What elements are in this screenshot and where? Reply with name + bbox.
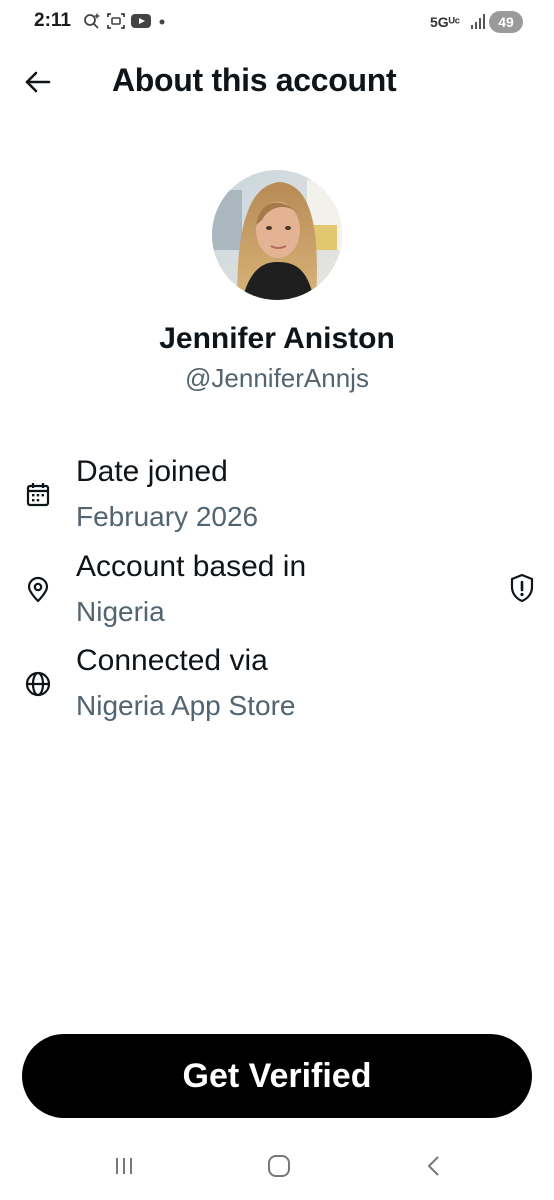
account-based-in-label: Account based in [76,550,307,583]
battery-level: 49 [489,11,523,33]
status-icons [82,11,168,31]
signal-icon [470,12,486,35]
home-icon [266,1154,292,1183]
youtube-icon [130,11,152,31]
assistant-icon [82,11,102,31]
connected-via-label: Connected via [76,644,268,677]
page-title: About this account [112,62,397,98]
system-back-button[interactable] [410,1152,458,1184]
back-arrow-icon [24,70,52,99]
back-icon [424,1154,444,1183]
location-pin-icon [22,574,54,606]
info-row-date-joined: Date joined February 2026 [0,455,554,545]
shield-alert-button[interactable] [504,572,540,608]
shield-alert-icon [508,573,536,608]
screen-capture-icon [106,11,126,31]
recent-apps-button[interactable] [100,1152,148,1184]
status-bar: 2:11 5Gᵁᶜ 49 [0,0,554,44]
back-button[interactable] [18,64,58,104]
avatar[interactable] [212,170,342,300]
get-verified-button[interactable]: Get Verified [22,1034,532,1118]
home-button[interactable] [255,1152,303,1184]
globe-icon [22,668,54,700]
date-joined-label: Date joined [76,455,228,488]
network-type: 5Gᵁᶜ [430,14,461,30]
info-row-connected-via: Connected via Nigeria App Store [0,644,554,734]
display-name: Jennifer Aniston [159,322,395,355]
notification-dot-icon [156,11,168,31]
system-nav-bar [0,1140,554,1200]
connected-via-value: Nigeria App Store [76,690,296,721]
calendar-icon [22,479,54,511]
recent-apps-icon [112,1155,136,1182]
account-based-in-value: Nigeria [76,596,165,627]
info-row-account-based-in: Account based in Nigeria [0,550,554,640]
username-handle: @JenniferAnnjs [185,363,369,393]
date-joined-value: February 2026 [76,501,259,532]
status-time: 2:11 [34,10,71,31]
